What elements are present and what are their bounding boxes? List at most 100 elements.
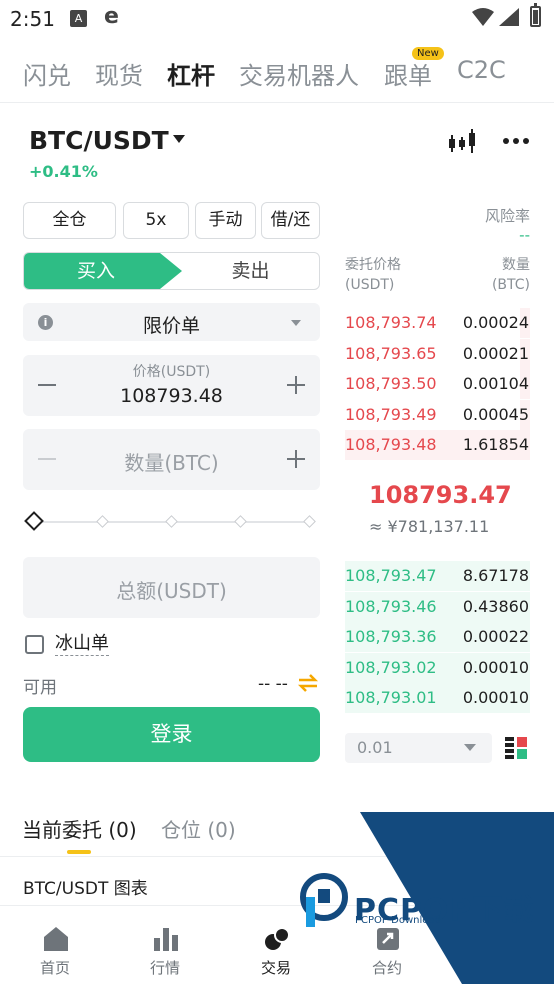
ask-row[interactable]: 108,793.74 0.00024 <box>345 308 530 338</box>
transfer-icon[interactable] <box>297 672 319 694</box>
tab-convert[interactable]: 闪兑 <box>23 56 71 91</box>
price-increase-icon[interactable] <box>287 376 305 394</box>
margin-mode-button[interactable]: 全仓 <box>23 202 116 239</box>
leverage-button[interactable]: 5x <box>123 202 189 239</box>
ask-price: 108,793.49 <box>345 404 437 424</box>
bid-quantity: 8.67178 <box>462 566 529 585</box>
ask-row[interactable]: 108,793.49 0.00045 <box>345 399 530 430</box>
battery-icon <box>530 3 541 27</box>
last-price-fiat: ≈ ¥781,137.11 <box>369 517 490 536</box>
bid-row[interactable]: 108,793.02 0.00010 <box>345 652 530 683</box>
bid-price: 108,793.47 <box>345 566 437 585</box>
risk-rate-label: 风险率 <box>484 207 530 225</box>
manual-mode-button[interactable]: 手动 <box>195 202 256 239</box>
quantity-placeholder: 数量(BTC) <box>124 451 219 475</box>
more-icon[interactable] <box>503 138 529 144</box>
iceberg-checkbox[interactable] <box>25 635 44 654</box>
browser-notification-icon: e <box>104 4 119 29</box>
status-time: 2:51 <box>10 7 55 31</box>
bid-row[interactable]: 108,793.01 0.00010 <box>345 683 530 714</box>
quantity-decrease-icon[interactable] <box>38 458 56 460</box>
assets-icon <box>488 931 510 949</box>
watermark-logo <box>300 873 348 927</box>
notification-a-icon: A <box>70 10 87 27</box>
bid-row[interactable]: 108,793.47 8.67178 <box>345 561 530 591</box>
divider <box>0 856 554 857</box>
sell-tab[interactable]: 卖出 <box>182 253 319 289</box>
risk-rate-value: -- <box>519 226 530 244</box>
trade-icon <box>265 927 290 950</box>
bid-price: 108,793.36 <box>345 627 437 647</box>
price-header-line2: (USDT) <box>345 277 395 293</box>
ask-price: 108,793.48 <box>345 435 437 455</box>
slider-step-50[interactable] <box>165 515 178 528</box>
nav-label: 资产 <box>482 959 513 977</box>
pair-selector[interactable]: BTC/USDT <box>29 126 169 155</box>
precision-select[interactable]: 0.01 <box>345 733 492 763</box>
tab-trading-bot[interactable]: 交易机器人 <box>239 56 359 91</box>
nav-home[interactable]: 首页 <box>0 912 110 984</box>
price-decrease-icon[interactable] <box>38 384 56 386</box>
orderbook-qty-header: 数量 (BTC) <box>492 255 530 295</box>
slider-step-75[interactable] <box>234 515 247 528</box>
ask-row[interactable]: 108,793.65 0.00021 <box>345 338 530 369</box>
login-button[interactable]: 登录 <box>23 707 320 762</box>
tab-margin[interactable]: 杠杆 <box>167 56 215 91</box>
signal-icon <box>499 8 519 26</box>
qty-header-line2: (BTC) <box>491 277 530 293</box>
nav-markets[interactable]: 行情 <box>110 912 220 984</box>
qty-header-line1: 数量 <box>502 257 530 273</box>
orderbook-layout-icon[interactable] <box>505 737 527 759</box>
active-tab-indicator <box>67 850 91 854</box>
tab-copy-trading[interactable]: 跟单 <box>384 56 432 91</box>
ask-price: 108,793.74 <box>345 313 437 332</box>
borrow-repay-button[interactable]: 借/还 <box>261 202 320 239</box>
total-input[interactable]: 总额(USDT) <box>23 557 320 618</box>
bid-quantity: 0.43860 <box>462 596 529 616</box>
total-placeholder: 总额(USDT) <box>116 579 227 603</box>
bid-quantity: 0.00010 <box>462 657 529 677</box>
last-price[interactable]: 108793.47 <box>369 481 512 509</box>
tab-c2c[interactable]: C2C <box>457 56 506 84</box>
price-header-line1: 委托价格 <box>345 257 401 273</box>
quantity-increase-icon[interactable] <box>287 450 305 468</box>
tab-positions[interactable]: 仓位 (0) <box>161 814 236 843</box>
chart-link-label: BTC/USDT 图表 <box>23 879 148 899</box>
nav-label: 首页 <box>39 959 70 977</box>
tab-spot[interactable]: 现货 <box>95 56 143 91</box>
tab-open-orders[interactable]: 当前委托 (0) <box>22 814 137 843</box>
ask-quantity: 0.00021 <box>462 343 529 363</box>
buy-tab[interactable]: 买入 <box>24 253 182 289</box>
slider-thumb[interactable] <box>24 511 44 531</box>
orderbook-price-header: 委托价格 (USDT) <box>345 255 401 295</box>
slider-step-100[interactable] <box>303 515 316 528</box>
price-value[interactable]: 108793.48 <box>23 385 320 407</box>
bid-row[interactable]: 108,793.46 0.43860 <box>345 591 530 622</box>
bid-row[interactable]: 108,793.36 0.00022 <box>345 622 530 653</box>
nav-label: 交易 <box>260 959 291 977</box>
market-icon <box>154 928 178 951</box>
status-bar: 2:51 A e <box>0 0 554 38</box>
buy-sell-toggle: 买入 卖出 <box>23 252 320 290</box>
order-tabs: 当前委托 (0) 仓位 (0) <box>0 808 554 856</box>
ask-price: 108,793.50 <box>345 374 437 394</box>
quantity-input[interactable]: 数量(BTC) <box>23 429 320 490</box>
ask-row[interactable]: 108,793.48 1.61854 <box>345 430 530 461</box>
price-change: +0.41% <box>29 162 98 181</box>
available-label: 可用 <box>23 678 57 698</box>
slider-step-25[interactable] <box>96 515 109 528</box>
ask-quantity: 0.00104 <box>462 374 529 394</box>
watermark-subtext: PCPOP Download <box>355 915 441 926</box>
ask-row[interactable]: 108,793.50 0.00104 <box>345 369 530 400</box>
caret-down-icon[interactable] <box>173 135 185 143</box>
candlestick-chart-icon[interactable] <box>448 129 476 155</box>
iceberg-label[interactable]: 冰山单 <box>55 633 109 656</box>
bid-price: 108,793.01 <box>345 688 437 708</box>
dropdown-arrow-icon <box>291 320 301 326</box>
price-label: 价格(USDT) <box>132 364 211 380</box>
trade-type-tabs: 闪兑 现货 杠杆 交易机器人 跟单 C2C <box>0 48 554 103</box>
price-input[interactable]: 价格(USDT) 108793.48 <box>23 355 320 416</box>
ask-quantity: 0.00045 <box>462 404 529 424</box>
nav-label: 合约 <box>371 959 402 977</box>
order-type-select[interactable]: i 限价单 <box>23 303 320 341</box>
